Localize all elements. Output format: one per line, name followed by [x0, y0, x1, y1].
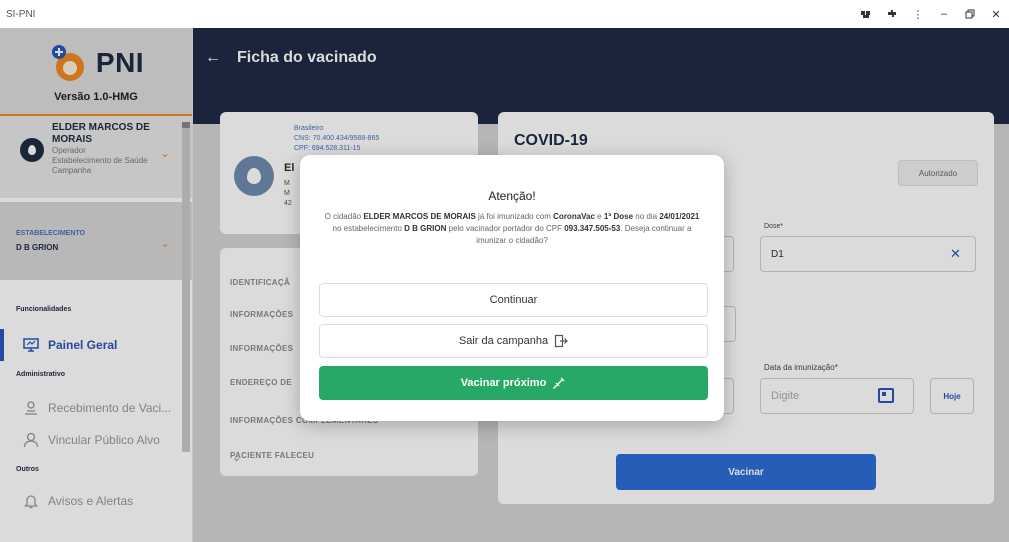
message-text: e	[594, 212, 604, 221]
puzzle-icon[interactable]	[853, 0, 879, 28]
window-titlebar: SI-PNI ⋮ – ✕	[0, 0, 1009, 28]
message-text: pelo vacinador portador do CPF	[446, 224, 565, 233]
restore-icon[interactable]	[957, 0, 983, 28]
message-text: já foi imunizado com	[475, 212, 554, 221]
message-dose: 1ª Dose	[603, 212, 634, 221]
message-cpf: 093.347.505-53	[564, 224, 621, 233]
attention-modal: Atenção! O cidadão ELDER MARCOS DE MORAI…	[300, 155, 724, 421]
extension-icon[interactable]	[879, 0, 905, 28]
modal-message: O cidadão ELDER MARCOS DE MORAIS já foi …	[324, 211, 700, 247]
minimize-icon[interactable]: –	[931, 0, 957, 28]
message-vaccine: CoronaVac	[553, 212, 595, 221]
continue-button-label: Continuar	[489, 294, 538, 306]
syringe-icon	[553, 377, 565, 389]
message-text: no estabelecimento	[332, 224, 405, 233]
message-text: no dia	[633, 212, 660, 221]
message-date: 24/01/2021	[659, 212, 700, 221]
message-citizen-name: ELDER MARCOS DE MORAIS	[363, 212, 476, 221]
window-title: SI-PNI	[6, 8, 36, 20]
more-icon[interactable]: ⋮	[905, 0, 931, 28]
exit-icon	[555, 334, 568, 348]
message-text: O cidadão	[324, 212, 364, 221]
vaccinate-next-label: Vacinar próximo	[460, 377, 547, 389]
window-controls: ⋮ – ✕	[853, 0, 1009, 28]
vaccinate-next-button[interactable]: Vacinar próximo	[319, 366, 708, 400]
exit-campaign-button[interactable]: Sair da campanha	[319, 324, 708, 358]
exit-campaign-label: Sair da campanha	[458, 335, 549, 347]
close-icon[interactable]: ✕	[983, 0, 1009, 28]
continue-button[interactable]: Continuar	[319, 283, 708, 317]
message-establishment: D B GRION	[404, 224, 447, 233]
modal-title: Atenção!	[488, 189, 536, 203]
